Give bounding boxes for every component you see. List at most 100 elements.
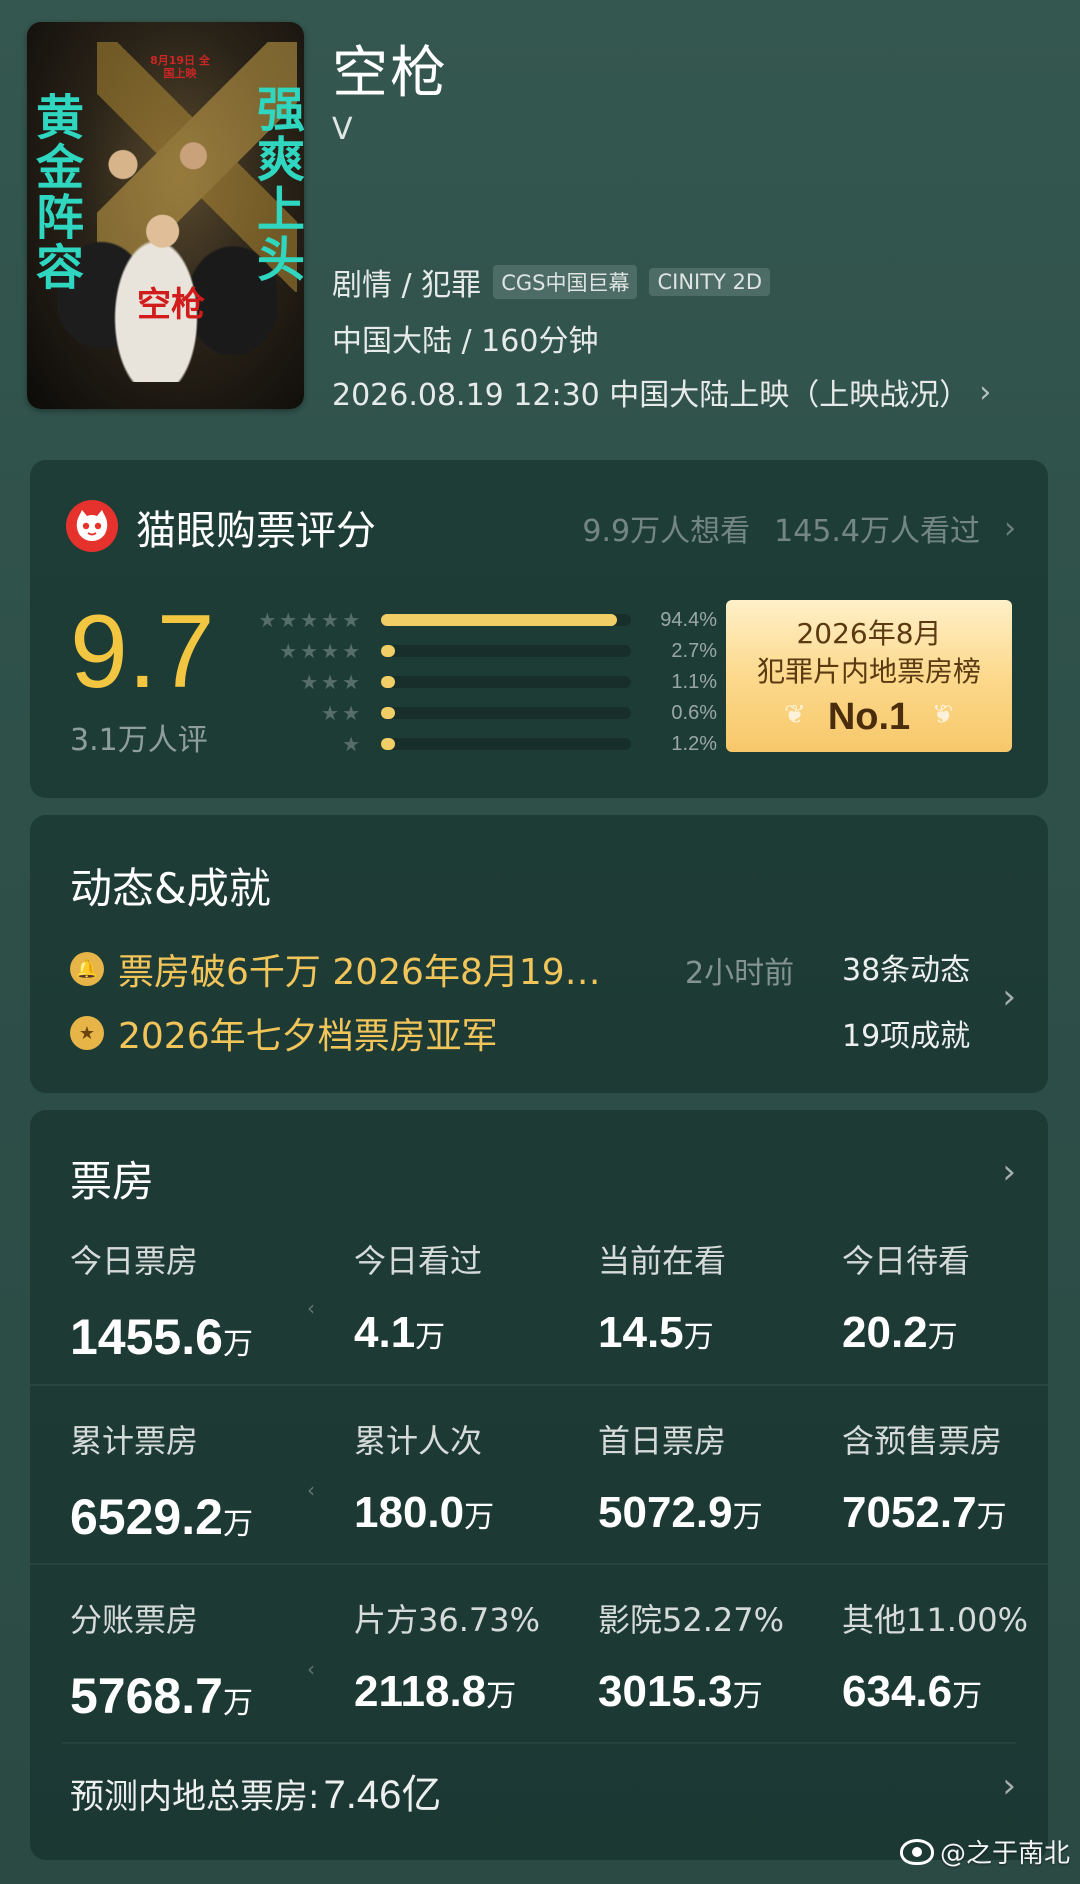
forecast-label: 预测内地总票房: xyxy=(70,1777,320,1817)
medal-icon: ★ xyxy=(70,1016,104,1050)
stat-number: 6529.2 xyxy=(70,1489,223,1545)
genre-line: 剧情 / 犯罪 CGS中国巨幕 CINITY 2D xyxy=(332,260,771,304)
stat-unit: 万 xyxy=(222,1507,253,1542)
poster-date-tag: 8月19日 全国上映 xyxy=(150,54,210,80)
stat-unit: 万 xyxy=(952,1679,983,1714)
stat-number: 5072.9 xyxy=(598,1488,733,1537)
box-office-row-split: 分账票房 5768.7万 ‹ 片方36.73% 2118.8万 影院52.27%… xyxy=(30,1563,1048,1741)
stat-label: 累计票房 xyxy=(70,1422,199,1460)
box-office-card[interactable]: 票房 › 今日票房 1455.6万 ‹ 今日看过 4.1万 当前在看 14.5万… xyxy=(30,1110,1048,1860)
release-info-link[interactable]: 2026.08.19 12:30 中国大陆上映（上映战况） › xyxy=(332,370,991,414)
audience-stats-link[interactable]: 9.9万人想看 145.4万人看过 › xyxy=(582,506,1016,550)
forecast-link[interactable]: 预测内地总票房: 7.46亿 xyxy=(70,1762,441,1820)
stat-number: 1455.6 xyxy=(70,1309,223,1365)
stat-label: 今日待看 xyxy=(842,1242,971,1280)
stat-today-pending: 今日待看 20.2万 xyxy=(842,1236,970,1358)
format-tag: CGS中国巨幕 xyxy=(493,265,638,299)
stat-value: 5072.9万 xyxy=(598,1488,763,1538)
rating-title: 猫眼购票评分 xyxy=(136,508,376,554)
distribution-bar-fill xyxy=(381,614,617,626)
distribution-pct: 1.1% xyxy=(671,670,717,693)
chevron-right-icon: › xyxy=(1004,510,1016,546)
stat-number: 2118.8 xyxy=(354,1667,487,1716)
stat-value: 6529.2万 xyxy=(70,1488,253,1546)
stat-label: 含预售票房 xyxy=(842,1422,1003,1460)
distribution-pct: 94.4% xyxy=(660,608,717,631)
distribution-bar-fill xyxy=(381,738,395,750)
stat-unit: 万 xyxy=(464,1500,495,1535)
distribution-pct: 1.2% xyxy=(671,732,717,755)
stat-first-day: 首日票房 5072.9万 xyxy=(598,1416,763,1538)
stat-producer-share: 片方36.73% 2118.8万 xyxy=(354,1595,540,1717)
stat-value: 20.2万 xyxy=(842,1308,970,1358)
dynamics-title: 动态&成就 xyxy=(70,864,271,913)
box-office-rank-badge[interactable]: 2026年8月 犯罪片内地票房榜 ❦ No.1 ❦ xyxy=(726,600,1012,752)
distribution-bar xyxy=(381,614,631,626)
rank-period: 2026年8月 xyxy=(796,617,942,650)
poster-title: 空枪 xyxy=(137,285,205,325)
achievement-count: 19项成就 xyxy=(842,1019,971,1054)
distribution-pct: 2.7% xyxy=(671,639,717,662)
dynamics-card[interactable]: 动态&成就 🔔 票房破6千万 2026年8月19… 2小时前 ★ 2026年七夕… xyxy=(30,815,1048,1093)
want-to-watch: 9.9万人想看 xyxy=(582,514,751,549)
achievement-text: 2026年七夕档票房亚军 xyxy=(118,1016,498,1057)
genre-text: 剧情 / 犯罪 xyxy=(332,268,482,303)
stat-unit: 万 xyxy=(976,1500,1007,1535)
chevron-right-icon[interactable]: › xyxy=(1002,1152,1016,1192)
stat-unit: 万 xyxy=(486,1679,517,1714)
box-office-row-total: 累计票房 6529.2万 ‹ 累计人次 180.0万 首日票房 5072.9万 … xyxy=(30,1384,1048,1562)
stars-icon: ★★★ xyxy=(300,670,363,694)
stat-value: 1455.6万 xyxy=(70,1308,253,1366)
stat-label: 累计人次 xyxy=(354,1422,483,1460)
stat-value: 5768.7万 xyxy=(70,1667,253,1725)
chevron-right-icon[interactable]: › xyxy=(1002,1766,1016,1806)
stars-icon: ★ xyxy=(342,732,363,756)
stat-number: 180.0 xyxy=(354,1488,465,1537)
rating-card[interactable]: 猫眼购票评分 9.9万人想看 145.4万人看过 › 9.7 3.1万人评 ★★… xyxy=(30,460,1048,798)
stars-icon: ★★ xyxy=(321,701,363,725)
stat-unit: 万 xyxy=(222,1686,253,1721)
distribution-row-5: ★★★★★ 94.4% xyxy=(235,607,717,633)
distribution-bar xyxy=(381,738,631,750)
stat-label: 首日票房 xyxy=(598,1422,727,1460)
stat-label: 其他11.00% xyxy=(842,1601,1029,1639)
stat-label: 片方36.73% xyxy=(354,1601,541,1639)
watched-count: 145.4万人看过 xyxy=(774,514,980,549)
stat-value: 4.1万 xyxy=(354,1308,482,1358)
format-tag: CINITY 2D xyxy=(649,268,771,296)
distribution-bar-fill xyxy=(381,707,395,719)
caret-left-icon: ‹ xyxy=(307,1478,315,1502)
stat-label: 当前在看 xyxy=(598,1242,727,1280)
dynamics-item[interactable]: 🔔 票房破6千万 2026年8月19… xyxy=(70,943,601,995)
poster-left-text: 黄金阵容 xyxy=(27,92,83,292)
distribution-bar xyxy=(381,707,631,719)
news-count: 38条动态 xyxy=(842,953,971,988)
achievement-item[interactable]: ★ 2026年七夕档票房亚军 xyxy=(70,1007,498,1059)
movie-poster[interactable]: 8月19日 全国上映 黄金阵容 强爽上头 空枪 xyxy=(27,22,304,409)
stat-value: 180.0万 xyxy=(354,1488,494,1538)
stat-value: 634.6万 xyxy=(842,1667,1028,1717)
distribution-bar xyxy=(381,676,631,688)
distribution-row-2: ★★ 0.6% xyxy=(235,700,717,726)
stat-unit: 万 xyxy=(927,1320,958,1355)
region-duration: 中国大陆 / 160分钟 xyxy=(332,324,599,359)
stat-number: 5768.7 xyxy=(70,1668,223,1724)
weibo-icon xyxy=(899,1838,934,1865)
chevron-right-icon: › xyxy=(1002,977,1016,1017)
movie-title: 空枪 xyxy=(332,41,448,106)
rating-score: 9.7 xyxy=(70,594,215,710)
distribution-bar-fill xyxy=(381,676,395,688)
rank-position: No.1 xyxy=(827,696,911,738)
forecast-value: 7.46亿 xyxy=(323,1773,442,1817)
bell-icon: 🔔 xyxy=(70,952,104,986)
poster-figures xyxy=(57,92,277,382)
stat-total-box-office: 累计票房 6529.2万 xyxy=(70,1416,253,1546)
laurel-right-icon: ❦ xyxy=(932,700,954,730)
stat-today-box-office: 今日票房 1455.6万 xyxy=(70,1236,253,1366)
stat-number: 14.5 xyxy=(598,1308,684,1357)
movie-subtitle: V xyxy=(332,112,353,147)
weibo-watermark: @之于南北 xyxy=(899,1833,1070,1870)
stat-cinema-share: 影院52.27% 3015.3万 xyxy=(598,1595,784,1717)
stat-unit: 万 xyxy=(732,1679,763,1714)
stat-now-watching: 当前在看 14.5万 xyxy=(598,1236,726,1358)
